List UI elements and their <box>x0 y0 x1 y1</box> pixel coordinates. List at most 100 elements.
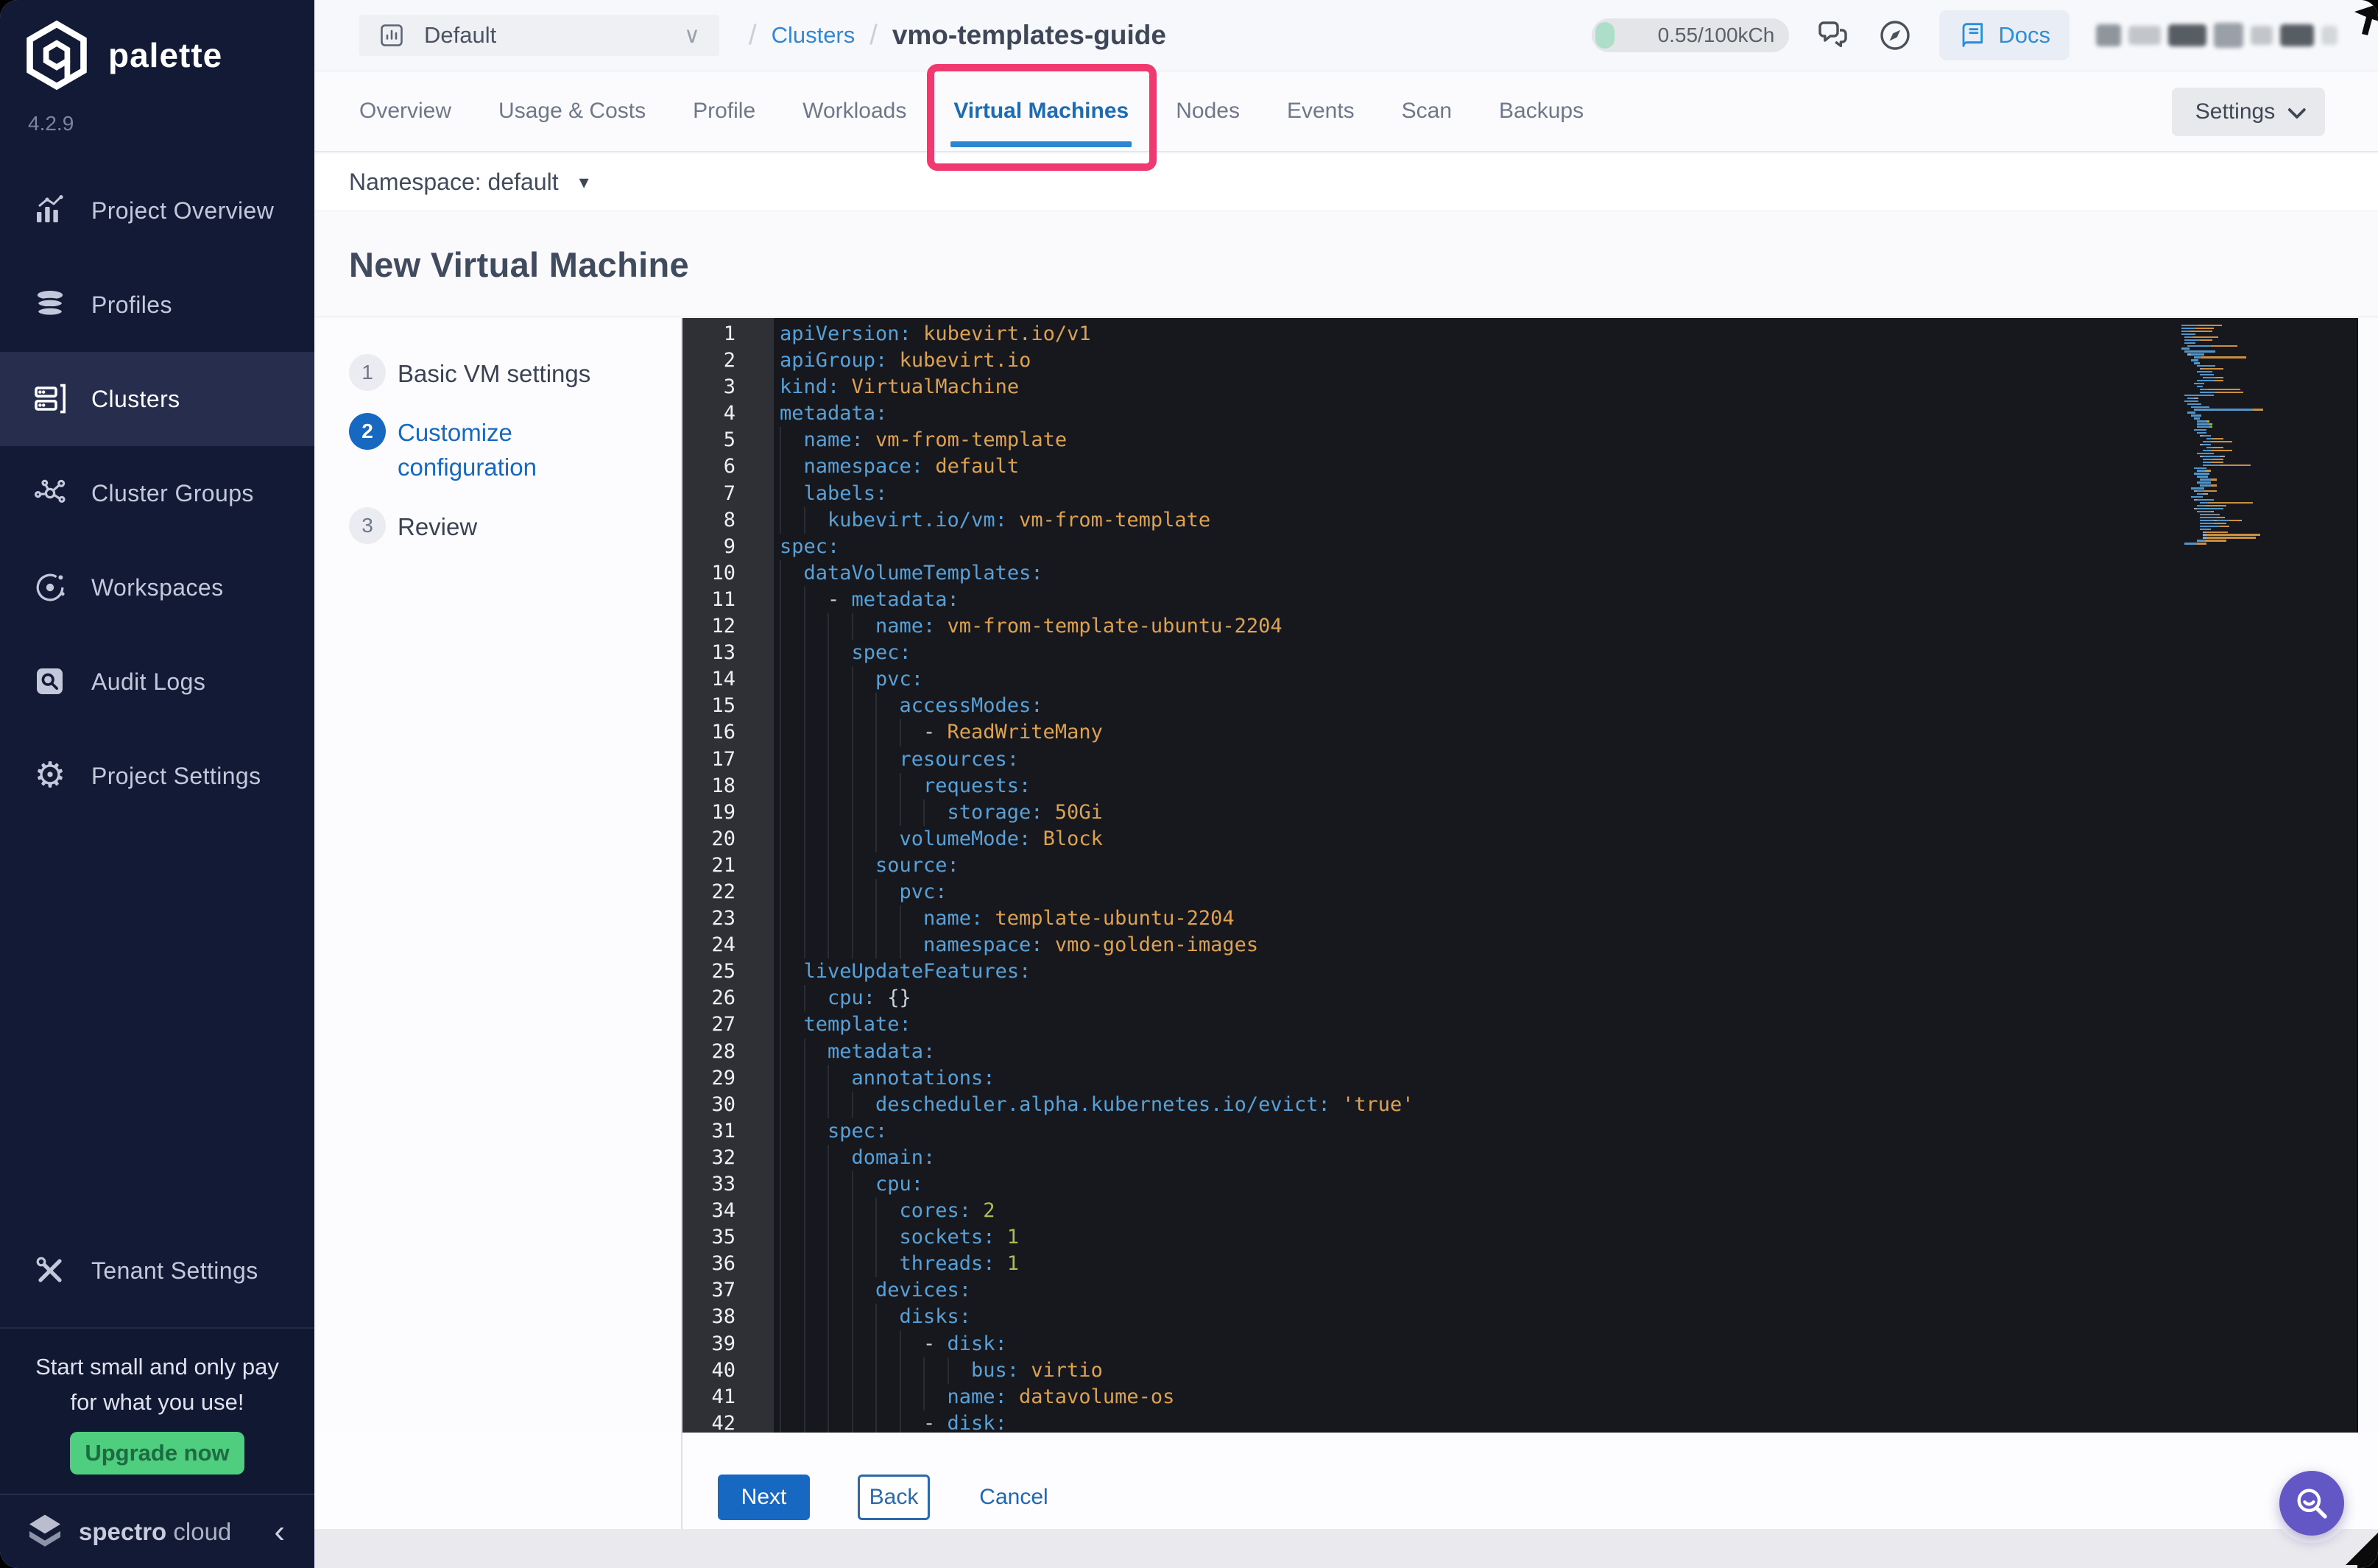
code-line: 5 name: vm-from-template <box>682 427 2358 454</box>
code-line: 13 spec: <box>682 640 2358 667</box>
sidebar-item-project-settings[interactable]: ⚙ Project Settings <box>0 729 314 823</box>
code-line: 26 cpu: {} <box>682 985 2358 1012</box>
sidebar-item-project-overview[interactable]: Project Overview <box>0 163 314 258</box>
line-number: 41 <box>711 1385 735 1408</box>
code-line: 19 storage: 50Gi <box>682 799 2358 826</box>
line-number: 3 <box>723 375 735 399</box>
line-number: 4 <box>723 402 735 425</box>
line-number: 25 <box>711 960 735 983</box>
book-icon <box>1962 23 1983 47</box>
upsell-banner: Start small and only pay for what you us… <box>0 1327 314 1494</box>
wizard-step-customize-configuration[interactable]: 2 Customize configuration <box>349 413 574 484</box>
code-line: 24 namespace: vmo-golden-images <box>682 932 2358 959</box>
cluster-tabs: Overview Usage & Costs Profile Workloads Vir… <box>314 64 2378 171</box>
chevron-down-icon: ∨ <box>684 23 700 48</box>
wizard-step-basic-vm-settings[interactable]: 1 Basic VM settings <box>349 354 590 391</box>
tab-profile[interactable]: Profile <box>693 71 755 151</box>
sidebar-item-clusters[interactable]: Clusters <box>0 352 314 446</box>
tab-events[interactable]: Events <box>1287 71 1355 151</box>
project-selector-dropdown[interactable]: Default ∨ <box>359 15 719 56</box>
next-button[interactable]: Next <box>718 1475 810 1520</box>
line-number: 6 <box>723 455 735 478</box>
line-number: 5 <box>723 428 735 452</box>
compass-icon[interactable] <box>1877 18 1913 53</box>
tab-workloads[interactable]: Workloads <box>802 71 906 151</box>
code-line: 25 liveUpdateFeatures: <box>682 958 2358 986</box>
line-number: 34 <box>711 1199 735 1223</box>
code-line: 22 pvc: <box>682 878 2358 906</box>
code-line: 39- disk: <box>682 1330 2358 1357</box>
sidebar-item-profiles[interactable]: Profiles <box>0 258 314 352</box>
line-number: 38 <box>711 1305 735 1329</box>
breadcrumb-clusters-link[interactable]: Clusters <box>772 22 855 49</box>
tab-virtual-machines[interactable]: Virtual Machines <box>927 64 1157 171</box>
usage-quota-badge: 0.55/100kCh <box>1592 18 1790 52</box>
yaml-editor[interactable]: 1 apiVersion: kubevirt.io/v1 2 apiGroup: ku… <box>682 318 2358 1433</box>
line-number: 42 <box>711 1411 735 1433</box>
project-icon <box>381 24 403 46</box>
code-line: 34 cores: 2 <box>682 1198 2358 1225</box>
line-number: 13 <box>711 641 735 665</box>
step-label: Basic VM settings <box>398 360 591 387</box>
sidebar-item-label: Tenant Settings <box>91 1257 258 1284</box>
step-label: Customize configuration <box>398 419 537 481</box>
line-number: 20 <box>711 827 735 850</box>
sidebar: palette 4.2.9 Project Overview Profiles Cl… <box>0 0 314 1568</box>
code-line: 42- disk: <box>682 1410 2358 1433</box>
cancel-button[interactable]: Cancel <box>962 1475 1065 1520</box>
code-line: 11- metadata: <box>682 586 2358 614</box>
code-line: 31 spec: <box>682 1117 2358 1145</box>
code-line: 2 apiGroup: kubevirt.io <box>682 347 2358 374</box>
tab-usage-costs[interactable]: Usage & Costs <box>498 71 646 151</box>
tab-scan[interactable]: Scan <box>1402 71 1452 151</box>
namespace-selector-value: Namespace: default <box>349 169 559 195</box>
tab-overview[interactable]: Overview <box>359 71 451 151</box>
app-name: palette <box>108 36 223 74</box>
back-button[interactable]: Back <box>858 1475 930 1520</box>
sidebar-item-label: Clusters <box>91 385 180 412</box>
wizard-footer: Next Back Cancel <box>314 1433 2378 1529</box>
sidebar-item-workspaces[interactable]: Workspaces <box>0 540 314 635</box>
gear-icon: ⚙ <box>34 756 66 795</box>
magnifier-smile-icon <box>2297 1488 2327 1519</box>
code-line: 40 bus: virtio <box>682 1357 2358 1384</box>
line-number: 22 <box>711 880 735 903</box>
line-number: 31 <box>711 1119 735 1143</box>
line-number: 8 <box>723 508 735 532</box>
topbar-right: 0.55/100kCh Docs <box>1592 10 2338 60</box>
sidebar-item-tenant-settings[interactable]: Tenant Settings <box>0 1223 314 1318</box>
line-number: 2 <box>723 349 735 372</box>
code-line: 23 name: template-ubuntu-2204 <box>682 905 2358 933</box>
code-line: 29 annotations: <box>682 1064 2358 1092</box>
sidebar-item-cluster-groups[interactable]: Cluster Groups <box>0 446 314 540</box>
chat-icon[interactable] <box>1816 18 1851 53</box>
breadcrumb: / Clusters / vmo-templates-guide <box>749 20 1166 52</box>
code-line: 10 dataVolumeTemplates: <box>682 559 2358 587</box>
wizard-step-review[interactable]: 3 Review <box>349 507 477 544</box>
settings-button[interactable]: Settings <box>2172 88 2325 136</box>
editor-minimap[interactable] <box>2181 324 2307 545</box>
palette-logo[interactable]: palette <box>21 18 222 92</box>
sidebar-item-audit-logs[interactable]: Audit Logs <box>0 635 314 729</box>
sidebar-collapse-button[interactable]: ‹ <box>274 1515 285 1548</box>
sidebar-item-label: Workspaces <box>91 573 224 601</box>
brand-name: spectro cloud <box>79 1517 232 1545</box>
palette-app-window: palette 4.2.9 Project Overview Profiles Cl… <box>0 0 2378 1568</box>
line-number: 18 <box>711 774 735 797</box>
wizard-content: 1 Basic VM settings 2 Customize configurati… <box>314 318 2378 1433</box>
code-line: 9 spec: <box>682 534 2358 560</box>
page-title: New Virtual Machine <box>349 244 689 284</box>
namespace-dropdown-arrow[interactable]: ▾ <box>579 171 589 194</box>
tab-nodes[interactable]: Nodes <box>1176 71 1240 151</box>
orbit-icon <box>31 568 69 607</box>
user-identity-redacted[interactable] <box>2096 23 2338 48</box>
docs-button[interactable]: Docs <box>1939 10 2070 60</box>
upgrade-now-button[interactable]: Upgrade now <box>70 1432 244 1475</box>
code-line: 21 source: <box>682 852 2358 879</box>
line-number: 12 <box>711 615 735 638</box>
tab-backups[interactable]: Backups <box>1499 71 1584 151</box>
code-line: 35 sockets: 1 <box>682 1224 2358 1251</box>
palette-logo-icon <box>27 20 87 91</box>
line-number: 19 <box>711 800 735 824</box>
code-line: 14 pvc: <box>682 666 2358 693</box>
